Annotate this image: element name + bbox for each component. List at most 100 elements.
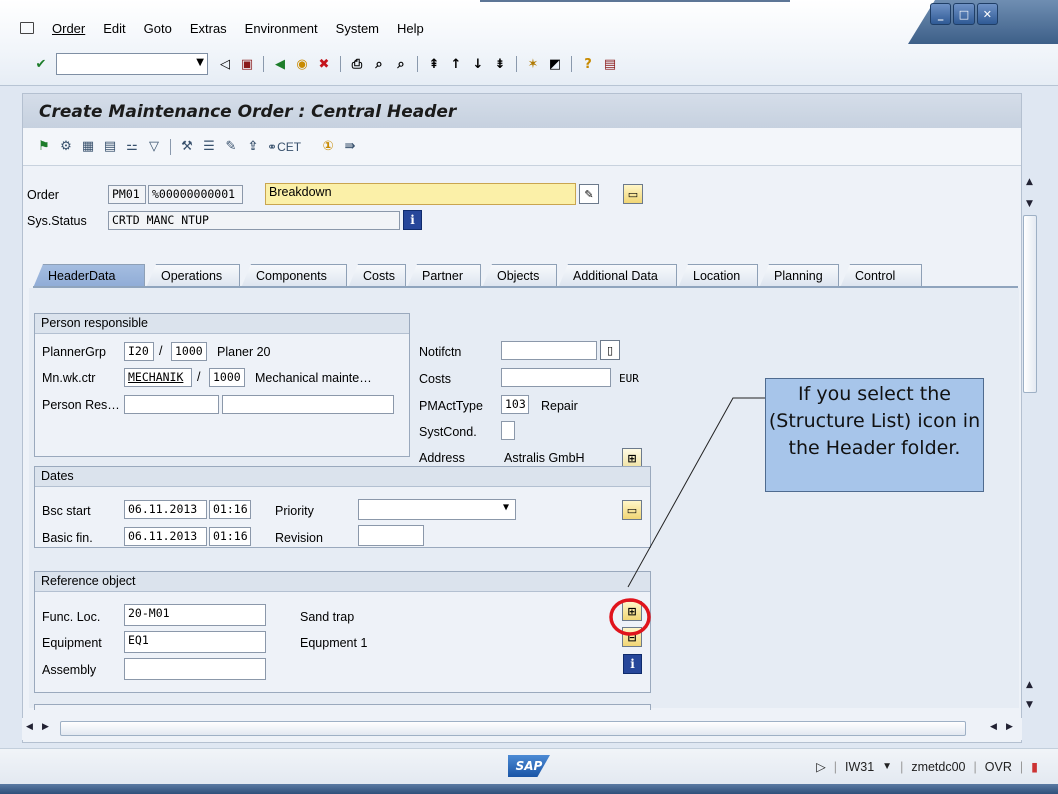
- pmacttype-input[interactable]: 103: [501, 395, 529, 414]
- scroll-right-icon[interactable]: ▶: [42, 722, 49, 732]
- scroll-left-icon[interactable]: ◀: [26, 722, 33, 732]
- mn-wk-plant-input[interactable]: 1000: [209, 368, 245, 387]
- folder-icon[interactable]: ▭: [623, 184, 643, 204]
- new-notification-icon[interactable]: ▯: [600, 340, 620, 360]
- tab-additional-data[interactable]: Additional Data: [558, 264, 677, 288]
- previous-page-icon[interactable]: ↑: [448, 56, 464, 72]
- find-icon[interactable]: ⌕: [371, 56, 387, 72]
- insert-mode[interactable]: OVR: [985, 760, 1012, 774]
- assembly-input[interactable]: [124, 658, 266, 680]
- shortcut-icon[interactable]: ◩: [547, 56, 563, 72]
- menu-extras[interactable]: Extras: [190, 21, 227, 36]
- scroll-thumb[interactable]: [60, 721, 966, 736]
- cancel-icon[interactable]: ✖: [316, 56, 332, 72]
- basic-fin-time-input[interactable]: 01:16: [209, 527, 251, 546]
- menu-environment[interactable]: Environment: [245, 21, 318, 36]
- chevron-down-icon[interactable]: ▼: [882, 761, 892, 772]
- scroll-up-icon[interactable]: ▲: [1026, 680, 1033, 690]
- structure-icon[interactable]: ⚒: [179, 139, 195, 155]
- documents-icon[interactable]: ▦: [80, 139, 96, 155]
- tab-planning[interactable]: Planning: [759, 264, 839, 288]
- list-icon[interactable]: ☰: [201, 139, 217, 155]
- next-page-icon[interactable]: ↓: [470, 56, 486, 72]
- first-page-icon[interactable]: ⇞: [426, 56, 442, 72]
- hierarchy-icon[interactable]: ⚍: [124, 139, 140, 155]
- menu-exit-icon[interactable]: [20, 22, 34, 34]
- structure-list-icon[interactable]: ⊞: [622, 601, 642, 621]
- order-description-input[interactable]: Breakdown: [265, 183, 576, 205]
- revision-input[interactable]: [358, 525, 424, 546]
- equipment-input[interactable]: EQ1: [124, 631, 266, 653]
- mn-wk-ctr-input[interactable]: MECHANIK: [124, 368, 192, 387]
- filter-icon[interactable]: ▽: [146, 139, 162, 155]
- systcond-input[interactable]: [501, 421, 515, 440]
- person-res-name-input[interactable]: [222, 395, 394, 414]
- scroll-down-icon[interactable]: ▼: [1026, 199, 1033, 209]
- scroll-down-icon[interactable]: ▼: [1026, 700, 1033, 710]
- planner-plant-input[interactable]: 1000: [171, 342, 207, 361]
- expand-status-icon[interactable]: ▷: [816, 759, 826, 774]
- release-icon[interactable]: ⚑: [36, 139, 52, 155]
- tab-headerdata[interactable]: HeaderData: [33, 264, 145, 288]
- menu-order[interactable]: Order: [52, 21, 85, 36]
- basic-fin-date-input[interactable]: 06.11.2013: [124, 527, 207, 546]
- planner-grp-input[interactable]: I20: [124, 342, 154, 361]
- bsc-start-time-input[interactable]: 01:16: [209, 500, 251, 519]
- command-field[interactable]: ▼: [56, 53, 208, 75]
- person-res-input[interactable]: [124, 395, 219, 414]
- vertical-scrollbar[interactable]: ▲ ▼ ▲ ▼: [1020, 175, 1040, 720]
- transaction-code[interactable]: IW31: [845, 760, 874, 774]
- cet-icon[interactable]: ⚭ CET: [267, 139, 301, 155]
- scroll-left-icon[interactable]: ◀: [990, 722, 997, 732]
- group-next: [34, 704, 651, 710]
- maximize-button[interactable]: □: [953, 3, 975, 25]
- new-session-icon[interactable]: ✶: [525, 56, 541, 72]
- menu-help[interactable]: Help: [397, 21, 424, 36]
- exit-icon[interactable]: ◉: [294, 56, 310, 72]
- costs-field[interactable]: [501, 368, 611, 387]
- info-circle-icon[interactable]: ①: [320, 139, 336, 155]
- reference-info-icon[interactable]: i: [623, 654, 642, 674]
- forward-icon[interactable]: ⇛: [342, 139, 358, 155]
- tab-location[interactable]: Location: [678, 264, 758, 288]
- notifctn-input[interactable]: [501, 341, 597, 360]
- tab-components[interactable]: Components: [241, 264, 347, 288]
- menu-system[interactable]: System: [336, 21, 379, 36]
- upload-icon[interactable]: ⇪: [245, 139, 261, 155]
- help-icon[interactable]: ?: [580, 56, 596, 72]
- tab-operations[interactable]: Operations: [146, 264, 240, 288]
- tab-costs[interactable]: Costs: [348, 264, 406, 288]
- horizontal-scrollbar[interactable]: ◀ ▶ ◀ ▶: [22, 718, 1022, 740]
- settings-icon[interactable]: ⚙: [58, 139, 74, 155]
- dates-folder-icon[interactable]: ▭: [622, 500, 642, 520]
- customize-layout-icon[interactable]: ▤: [602, 56, 618, 72]
- minimize-button[interactable]: _: [930, 3, 952, 25]
- menu-edit[interactable]: Edit: [103, 21, 125, 36]
- last-page-icon[interactable]: ⇟: [492, 56, 508, 72]
- bsc-start-date-input[interactable]: 06.11.2013: [124, 500, 207, 519]
- status-info-icon[interactable]: i: [403, 210, 422, 230]
- tab-partner[interactable]: Partner: [407, 264, 481, 288]
- address-details-icon[interactable]: ⊞: [622, 448, 642, 468]
- scroll-thumb[interactable]: [1023, 215, 1037, 393]
- back-icon[interactable]: ◀: [272, 56, 288, 72]
- calculator-icon[interactable]: ▤: [102, 139, 118, 155]
- priority-select[interactable]: ▼: [358, 499, 516, 520]
- tab-objects[interactable]: Objects: [482, 264, 557, 288]
- equipment-structure-icon[interactable]: ⊟: [622, 627, 642, 647]
- chevron-down-icon[interactable]: ▼: [196, 57, 204, 68]
- page-title: Create Maintenance Order : Central Heade…: [23, 94, 1021, 128]
- enter-check-icon[interactable]: ✔: [33, 56, 49, 72]
- long-text-edit-icon[interactable]: ✎: [579, 184, 599, 204]
- close-button[interactable]: ✕: [976, 3, 998, 25]
- scroll-right-icon[interactable]: ▶: [1006, 722, 1013, 732]
- arrow-left-icon[interactable]: ◁: [217, 56, 233, 72]
- print-icon[interactable]: ⎙: [349, 56, 365, 72]
- find-next-icon[interactable]: ⌕: [393, 56, 409, 72]
- menu-goto[interactable]: Goto: [144, 21, 172, 36]
- func-loc-input[interactable]: 20-M01: [124, 604, 266, 626]
- edit-icon[interactable]: ✎: [223, 139, 239, 155]
- tab-control[interactable]: Control: [840, 264, 922, 288]
- scroll-up-icon[interactable]: ▲: [1026, 177, 1033, 187]
- save-icon[interactable]: ▣: [239, 56, 255, 72]
